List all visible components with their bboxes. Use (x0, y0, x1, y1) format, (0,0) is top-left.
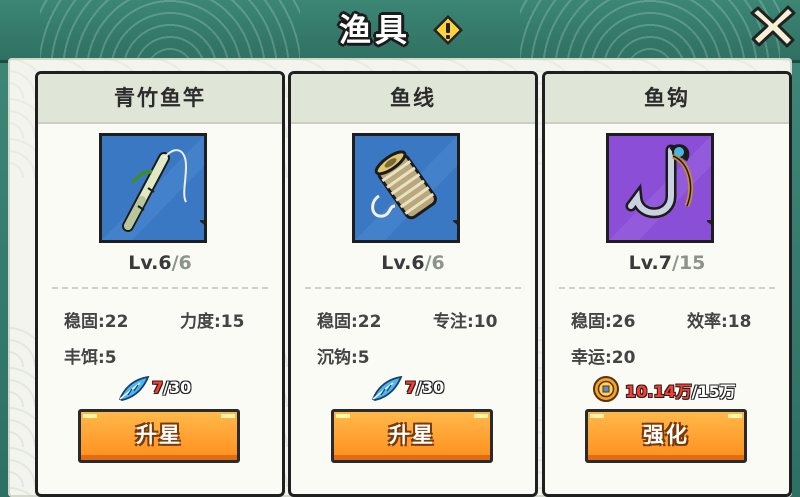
star-icon (707, 220, 711, 236)
card-title: 青竹鱼竿 (114, 86, 206, 110)
cost-total: /15万 (691, 382, 736, 401)
blue-feather-icon (118, 375, 150, 401)
upgrade-cost: 7/30 (38, 375, 282, 403)
stat-focus: 专注:10 (433, 312, 498, 332)
level-current: Lv.7 (628, 252, 672, 274)
enhance-button[interactable]: 强化 (585, 409, 747, 463)
header-wave-pattern (520, 0, 780, 60)
card-header: 鱼钩 (545, 74, 789, 124)
stat-luck: 幸运:20 (571, 348, 636, 368)
window-header: 渔具 (0, 0, 800, 63)
cost-current: 7 (405, 378, 417, 397)
stat-sink: 沉钩:5 (317, 348, 370, 368)
gear-card-rod: 青竹鱼竿 Lv.6/6 稳固:22 力度:15 丰饵:5 7/30 升星 (35, 71, 285, 497)
divider (559, 287, 775, 289)
header-wave-pattern (40, 0, 300, 60)
fish-hook-icon (609, 136, 711, 240)
gear-card-hook: 鱼钩 Lv.7/15 稳固:26 效率:18 幸运:20 10.14万/15万 … (542, 71, 792, 497)
blue-feather-icon (371, 375, 403, 401)
level-text: Lv.7/15 (545, 252, 789, 274)
divider (52, 287, 268, 289)
gear-card-line: 鱼线 Lv.6/6 稳固:22 专注:10 沉钩:5 7/30 升星 (288, 71, 538, 497)
cost-total: /30 (163, 378, 192, 397)
item-slot-hook[interactable] (606, 133, 714, 243)
upgrade-cost: 10.14万/15万 (545, 375, 789, 403)
level-max: /6 (424, 252, 445, 274)
upgrade-star-button[interactable]: 升星 (331, 409, 493, 463)
upgrade-cost: 7/30 (291, 375, 535, 403)
star-icon (200, 220, 204, 236)
gear-window: 渔具 青竹鱼竿 Lv.6/6 稳固:22 力度:15 丰饵:5 7/30 升星 … (0, 0, 800, 497)
level-current: Lv.6 (128, 252, 172, 274)
upgrade-star-button[interactable]: 升星 (78, 409, 240, 463)
item-slot-line[interactable] (352, 133, 460, 243)
stat-stability: 稳固:26 (571, 312, 636, 332)
stat-stability: 稳固:22 (64, 312, 129, 332)
exclamation-diamond-icon[interactable] (432, 14, 464, 46)
level-max: /15 (672, 252, 706, 274)
stat-power: 力度:15 (180, 312, 245, 332)
card-header: 鱼线 (291, 74, 535, 124)
bamboo-fishing-rod-icon (102, 136, 204, 240)
close-x-icon[interactable] (748, 2, 798, 48)
button-label: 强化 (643, 423, 689, 447)
stat-stability: 稳固:22 (317, 312, 382, 332)
card-header: 青竹鱼竿 (38, 74, 282, 124)
window-title: 渔具 (338, 11, 411, 49)
fishing-line-spool-icon (355, 136, 457, 240)
level-text: Lv.6/6 (38, 252, 282, 274)
stat-bait: 丰饵:5 (64, 348, 117, 368)
gold-coin-icon (593, 376, 619, 402)
item-slot-rod[interactable] (99, 133, 207, 243)
cost-text: 7/30 (405, 378, 444, 397)
divider (305, 287, 521, 289)
level-max: /6 (171, 252, 192, 274)
cost-current: 10.14万 (625, 382, 692, 401)
cost-text: 7/30 (152, 378, 191, 397)
button-label: 升星 (136, 423, 182, 447)
card-title: 鱼线 (390, 86, 436, 110)
cost-text: 10.14万/15万 (625, 378, 736, 402)
stat-efficiency: 效率:18 (687, 312, 752, 332)
button-label: 升星 (389, 423, 435, 447)
level-current: Lv.6 (381, 252, 425, 274)
star-icon (453, 220, 457, 236)
cost-current: 7 (152, 378, 164, 397)
cost-total: /30 (416, 378, 445, 397)
card-title: 鱼钩 (644, 86, 690, 110)
level-text: Lv.6/6 (291, 252, 535, 274)
